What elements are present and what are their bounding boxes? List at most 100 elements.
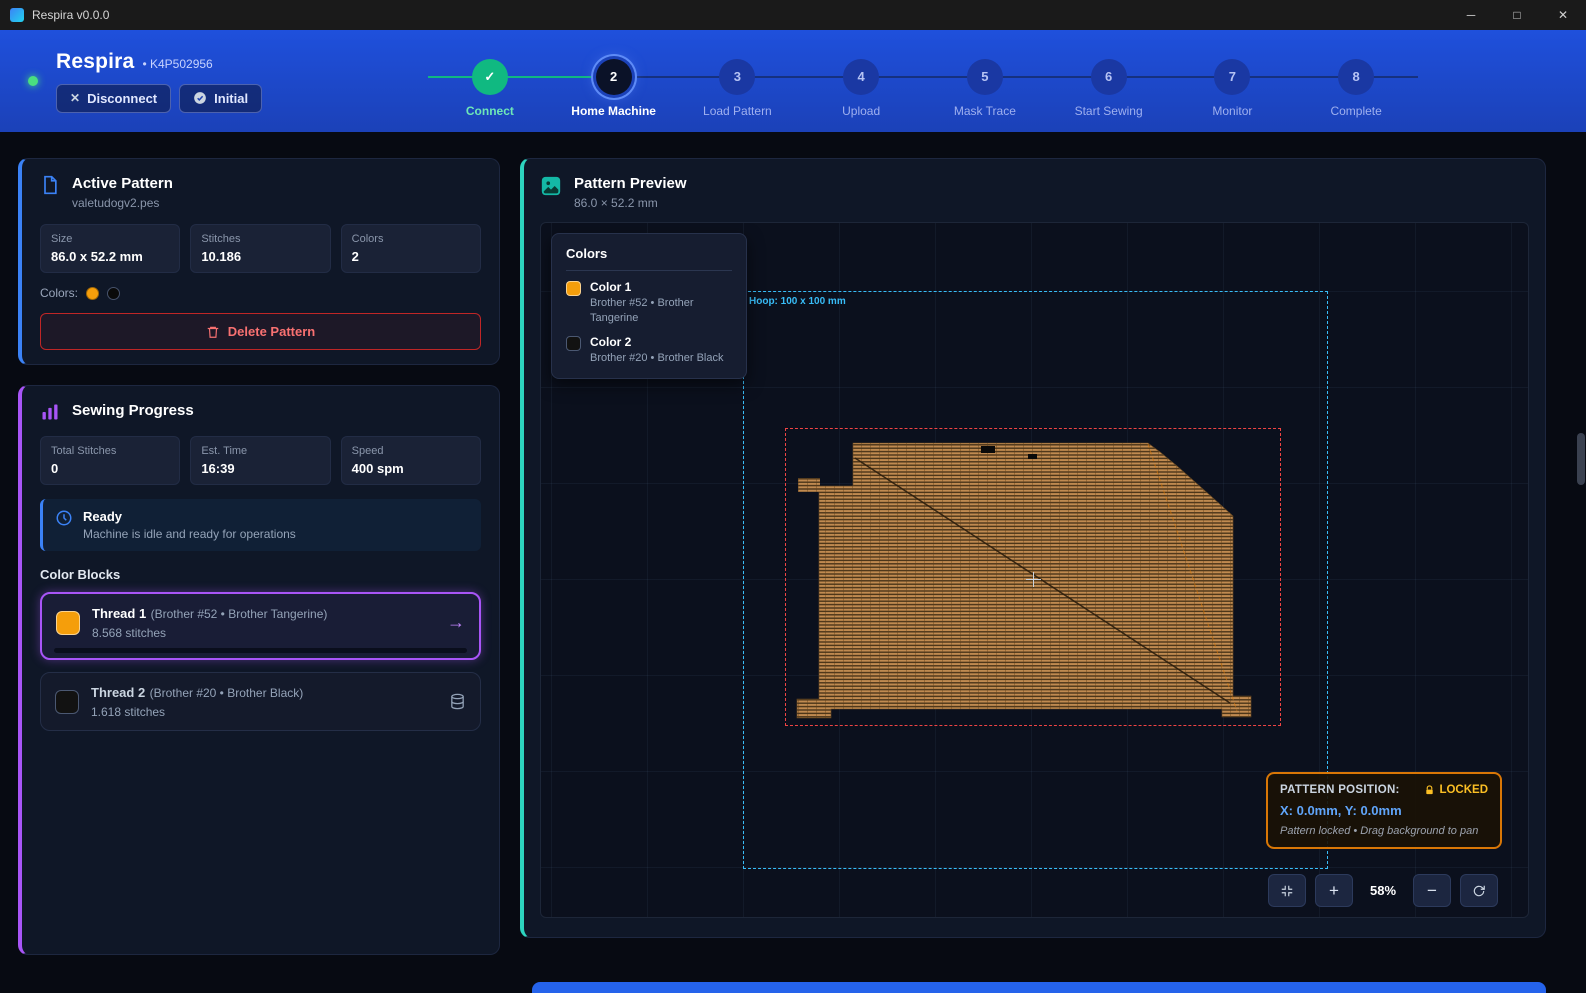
close-icon: ✕ xyxy=(70,91,80,105)
step-mask-trace[interactable]: 5 Mask Trace xyxy=(923,59,1047,118)
delete-pattern-button[interactable]: Delete Pattern xyxy=(40,313,481,350)
legend-divider xyxy=(566,270,732,271)
app-header: Respira • K4P502956 ✕ Disconnect Initial… xyxy=(0,30,1586,132)
colors-legend-card: Colors Color 1 Brother #52 • Brother Tan… xyxy=(551,233,747,379)
arrow-right-icon: → xyxy=(447,612,465,633)
step-circle-8: 8 xyxy=(1338,59,1374,95)
maximize-button[interactable]: □ xyxy=(1494,0,1540,30)
bar-chart-icon xyxy=(40,402,60,422)
brand-name: Respira xyxy=(56,50,134,74)
stat-speed: Speed 400 spm xyxy=(341,436,481,485)
thread-2-name: Thread 2 xyxy=(91,685,145,700)
colors-label: Colors: xyxy=(40,286,78,300)
step-upload[interactable]: 4 Upload xyxy=(799,59,923,118)
thread-2-detail: (Brother #20 • Brother Black) xyxy=(150,686,304,700)
thread-row-2[interactable]: Thread 2 (Brother #20 • Brother Black) 1… xyxy=(40,672,481,731)
step-start-sewing[interactable]: 6 Start Sewing xyxy=(1047,59,1171,118)
legend-title: Colors xyxy=(566,246,732,261)
step-label-upload: Upload xyxy=(799,104,923,118)
scrollbar-thumb[interactable] xyxy=(1577,433,1585,485)
step-circle-1: ✓ xyxy=(472,59,508,95)
step-load-pattern[interactable]: 3 Load Pattern xyxy=(676,59,800,118)
step-circle-2: 2 xyxy=(596,59,632,95)
delete-pattern-label: Delete Pattern xyxy=(228,324,315,339)
fit-view-button[interactable] xyxy=(1268,874,1306,907)
step-circle-5: 5 xyxy=(967,59,1003,95)
zoom-out-button[interactable]: − xyxy=(1413,874,1451,907)
lock-icon xyxy=(1424,785,1435,796)
pattern-colors-row: Colors: xyxy=(40,286,481,300)
window-title: Respira v0.0.0 xyxy=(32,8,109,22)
step-connect[interactable]: ✓ Connect xyxy=(428,59,552,118)
close-button[interactable]: ✕ xyxy=(1540,0,1586,30)
position-title: PATTERN POSITION: xyxy=(1280,784,1400,796)
status-description: Machine is idle and ready for operations xyxy=(83,527,296,541)
step-complete[interactable]: 8 Complete xyxy=(1294,59,1418,118)
pattern-filename: valetudogv2.pes xyxy=(72,196,173,210)
stat-colors: Colors 2 xyxy=(341,224,481,273)
step-label-mask-trace: Mask Trace xyxy=(923,104,1047,118)
check-icon: ✓ xyxy=(484,69,495,85)
thread-1-progress-bar xyxy=(54,648,467,653)
window-controls: ─ □ ✕ xyxy=(1448,0,1586,30)
brand-block: Respira • K4P502956 ✕ Disconnect Initial xyxy=(56,50,428,113)
refresh-icon xyxy=(1472,884,1486,898)
file-icon xyxy=(40,175,60,195)
sewing-progress-title: Sewing Progress xyxy=(72,402,194,419)
pattern-preview-panel: Pattern Preview 86.0 × 52.2 mm Colors Co… xyxy=(520,158,1546,938)
scrollbar[interactable] xyxy=(1577,135,1585,980)
legend-item-color-2: Color 2 Brother #20 • Brother Black xyxy=(566,335,732,366)
preview-dimensions: 86.0 × 52.2 mm xyxy=(574,196,687,210)
step-label-monitor: Monitor xyxy=(1171,104,1295,118)
zoom-in-button[interactable]: + xyxy=(1315,874,1353,907)
step-circle-7: 7 xyxy=(1214,59,1250,95)
thread-row-1[interactable]: Thread 1 (Brother #52 • Brother Tangerin… xyxy=(40,592,481,660)
workflow-stepper: ✓ Connect 2 Home Machine 3 Load Pattern … xyxy=(428,59,1418,118)
layers-icon xyxy=(449,693,466,710)
canvas-crosshair xyxy=(1026,572,1041,587)
step-home-machine[interactable]: 2 Home Machine xyxy=(552,59,676,118)
disconnect-button[interactable]: ✕ Disconnect xyxy=(56,84,171,113)
thread-2-stitches: 1.618 stitches xyxy=(91,705,437,719)
connection-status-dot xyxy=(28,76,38,86)
position-coordinates: X: 0.0mm, Y: 0.0mm xyxy=(1280,803,1488,818)
footer-bar[interactable] xyxy=(532,982,1546,993)
legend-swatch-2 xyxy=(566,336,581,351)
image-icon xyxy=(540,175,562,197)
stat-size: Size 86.0 x 52.2 mm xyxy=(40,224,180,273)
position-hint: Pattern locked • Drag background to pan xyxy=(1280,825,1488,837)
step-monitor[interactable]: 7 Monitor xyxy=(1171,59,1295,118)
step-circle-3: 3 xyxy=(719,59,755,95)
circle-check-icon xyxy=(193,91,207,105)
zoom-controls: + 58% − xyxy=(1268,874,1498,907)
step-label-start-sewing: Start Sewing xyxy=(1047,104,1171,118)
preview-canvas[interactable]: Colors Color 1 Brother #52 • Brother Tan… xyxy=(540,222,1529,918)
initial-button[interactable]: Initial xyxy=(179,84,262,113)
app-icon xyxy=(10,8,24,22)
color-swatch-black xyxy=(107,287,120,300)
thread-1-detail: (Brother #52 • Brother Tangerine) xyxy=(151,607,328,621)
window-titlebar: Respira v0.0.0 ─ □ ✕ xyxy=(0,0,1586,30)
machine-serial: • K4P502956 xyxy=(142,57,212,71)
thread-1-stitches: 8.568 stitches xyxy=(92,626,435,640)
legend-swatch-1 xyxy=(566,281,581,296)
color-swatch-orange xyxy=(86,287,99,300)
thread-1-name: Thread 1 xyxy=(92,606,146,621)
minimize-button[interactable]: ─ xyxy=(1448,0,1494,30)
pattern-position-overlay: PATTERN POSITION: LOCKED X: 0.0mm, Y: 0.… xyxy=(1266,772,1502,849)
sewing-progress-card: Sewing Progress Total Stitches 0 Est. Ti… xyxy=(18,385,500,955)
step-circle-6: 6 xyxy=(1091,59,1127,95)
machine-status-banner: Ready Machine is idle and ready for oper… xyxy=(40,499,481,551)
initial-label: Initial xyxy=(214,91,248,106)
step-label-load-pattern: Load Pattern xyxy=(676,104,800,118)
step-label-complete: Complete xyxy=(1294,104,1418,118)
status-title: Ready xyxy=(83,509,296,524)
thread-2-swatch xyxy=(55,690,79,714)
thread-1-swatch xyxy=(56,611,80,635)
zoom-level: 58% xyxy=(1362,883,1404,898)
step-label-home-machine: Home Machine xyxy=(552,104,676,118)
preview-title: Pattern Preview xyxy=(574,175,687,192)
stat-est-time: Est. Time 16:39 xyxy=(190,436,330,485)
active-pattern-card: Active Pattern valetudogv2.pes Size 86.0… xyxy=(18,158,500,365)
reset-view-button[interactable] xyxy=(1460,874,1498,907)
